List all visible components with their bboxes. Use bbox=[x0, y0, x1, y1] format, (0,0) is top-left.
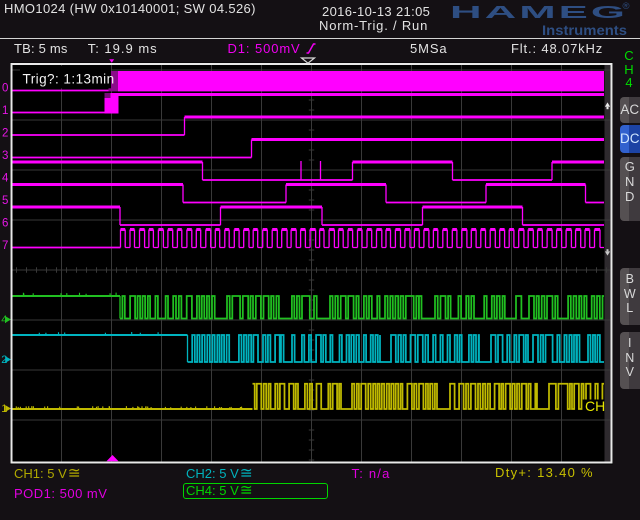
svg-text:CH: CH bbox=[585, 398, 605, 414]
svg-text:0: 0 bbox=[2, 83, 8, 95]
svg-text:1: 1 bbox=[2, 105, 8, 117]
svg-text:3: 3 bbox=[2, 150, 8, 162]
svg-text:5: 5 bbox=[2, 195, 8, 207]
svg-text:2: 2 bbox=[2, 128, 8, 140]
svg-text:6: 6 bbox=[2, 218, 8, 230]
svg-text:7: 7 bbox=[2, 240, 8, 252]
svg-text:4: 4 bbox=[2, 173, 9, 185]
svg-text:Trig?: 1:13min: Trig?: 1:13min bbox=[23, 71, 115, 86]
